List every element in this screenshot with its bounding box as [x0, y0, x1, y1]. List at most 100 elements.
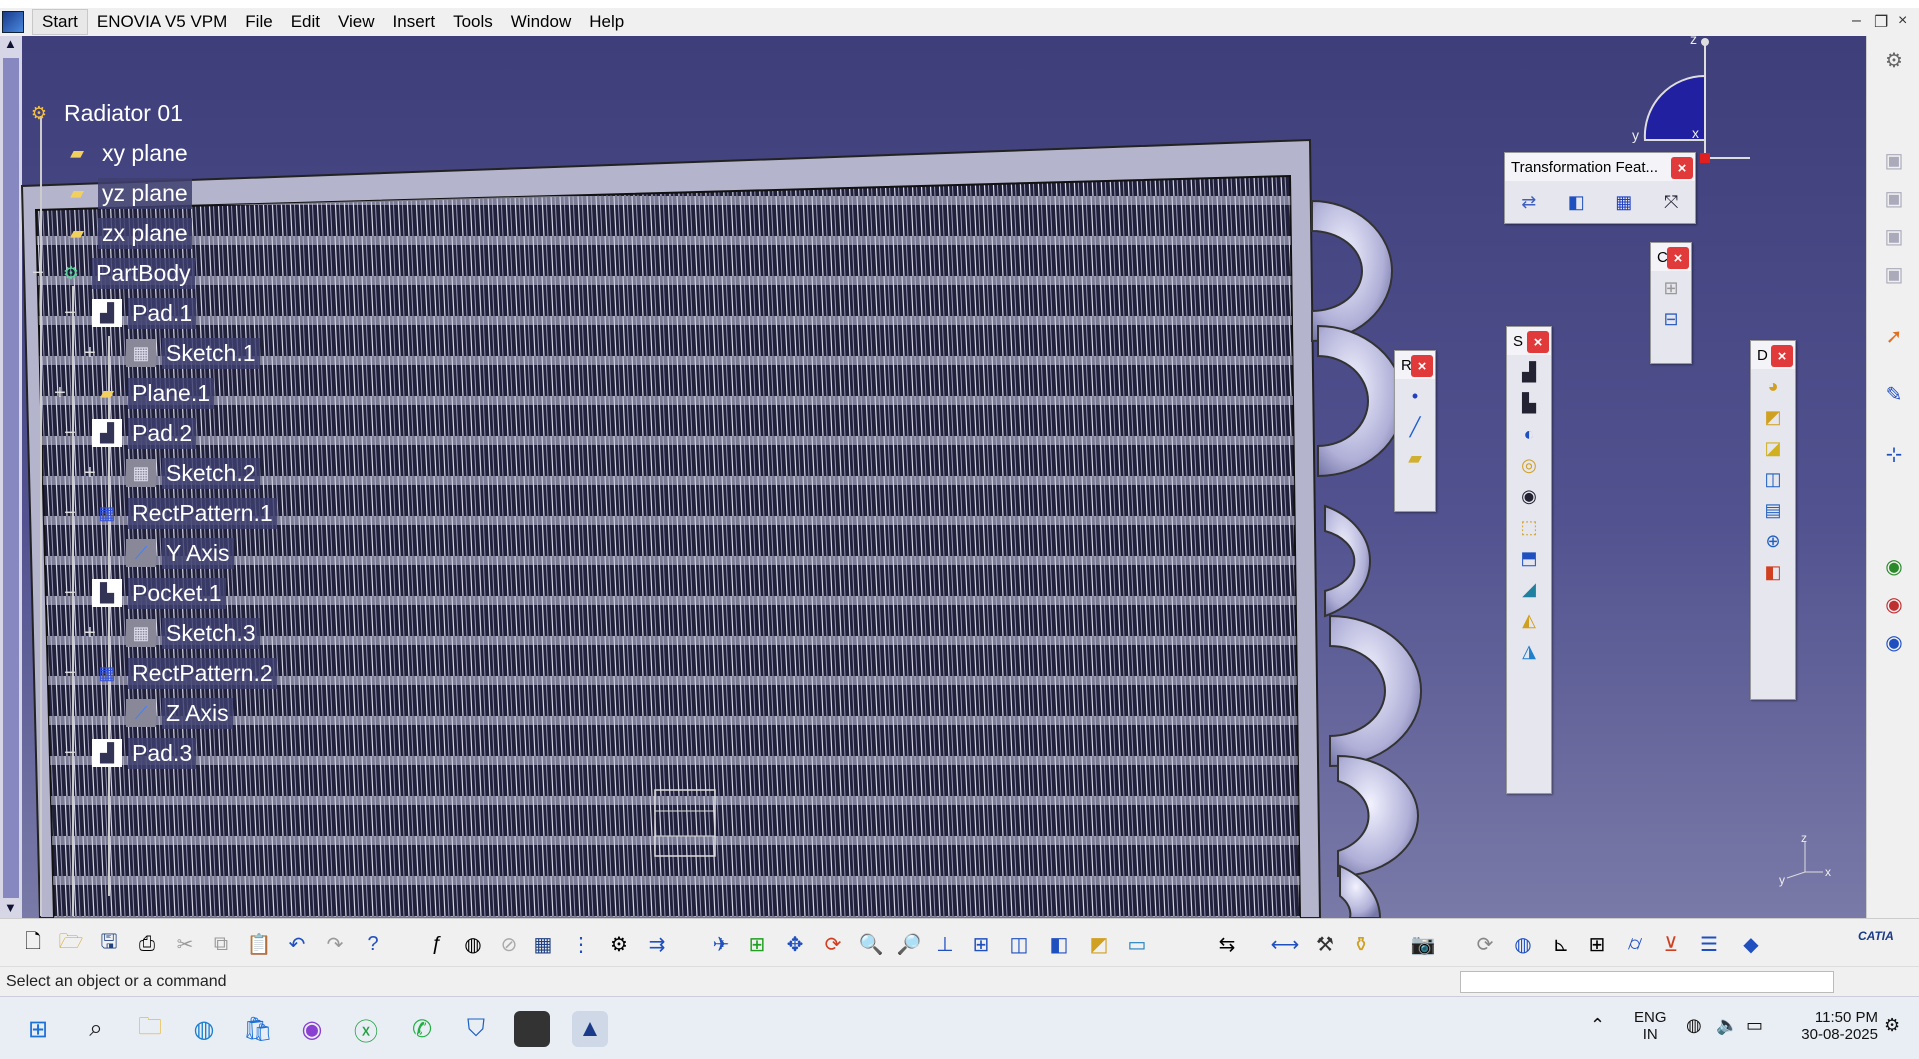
- battery-icon[interactable]: ▭: [1746, 1015, 1763, 1036]
- language-indicator[interactable]: ENG IN: [1634, 1009, 1667, 1043]
- rect-pattern-icon[interactable]: ▦: [1610, 188, 1638, 216]
- pocket-icon[interactable]: ▙: [1515, 389, 1543, 417]
- copy-icon[interactable]: ⧉: [206, 929, 236, 959]
- whats-this-icon[interactable]: ?: [358, 929, 388, 959]
- cut-icon[interactable]: ✂: [170, 929, 200, 959]
- generative-icon[interactable]: ⚙: [604, 929, 634, 959]
- measure-item-icon[interactable]: ⚒: [1310, 929, 1340, 959]
- tree-node-pad-2[interactable]: ▟ Pad.2: [92, 416, 197, 450]
- paste-icon[interactable]: 📋: [244, 929, 274, 959]
- whatsapp-icon[interactable]: ✆: [404, 1011, 440, 1047]
- measure-inertia-icon[interactable]: ⚱: [1346, 929, 1376, 959]
- expand-icon[interactable]: +: [82, 623, 98, 643]
- scaling-icon[interactable]: ⤧: [1657, 188, 1685, 216]
- sketcher-icon[interactable]: ✎: [1879, 380, 1909, 408]
- collapse-icon[interactable]: −: [62, 663, 78, 683]
- swap-visible-space-icon[interactable]: ▭: [1122, 929, 1152, 959]
- globe-icon[interactable]: ◍: [1508, 929, 1538, 959]
- sketch-based-features-toolbar[interactable]: S × ▟ ▙ ◐ ◎ ◉ ⬚ ⬒ ◢ ◭ ◮: [1506, 326, 1552, 794]
- notification-icon[interactable]: ⚙: [1884, 1015, 1900, 1036]
- menu-insert[interactable]: Insert: [384, 10, 445, 34]
- tray-overflow-icon[interactable]: ⌃: [1590, 1015, 1605, 1036]
- close-toolbar-button[interactable]: ×: [1411, 355, 1433, 377]
- tree-node-rectpattern-1[interactable]: ▦ RectPattern.1: [92, 496, 277, 530]
- select-arrow-icon[interactable]: ➚: [1879, 322, 1909, 350]
- normal-view-icon[interactable]: ⊥: [930, 929, 960, 959]
- menu-help[interactable]: Help: [580, 10, 633, 34]
- measure-icon[interactable]: ◉: [1879, 552, 1909, 580]
- close-toolbar-button[interactable]: ×: [1527, 331, 1549, 353]
- xbox-icon[interactable]: ⓧ: [348, 1011, 384, 1047]
- volume-icon[interactable]: 🔈: [1716, 1015, 1738, 1036]
- rib-icon[interactable]: ⬚: [1515, 513, 1543, 541]
- plane-sheet-icon[interactable]: ◆: [1736, 929, 1766, 959]
- terminal-icon[interactable]: [514, 1011, 550, 1047]
- switch-icon[interactable]: ⇆: [1212, 929, 1242, 959]
- catia-logo-icon[interactable]: [2, 11, 24, 33]
- shaft-icon[interactable]: ◐: [1515, 420, 1543, 448]
- tool-icon[interactable]: ▣: [1879, 146, 1909, 174]
- menu-edit[interactable]: Edit: [282, 10, 329, 34]
- pan-icon[interactable]: ✥: [780, 929, 810, 959]
- tree-node-pocket-1[interactable]: ▙ Pocket.1: [92, 576, 226, 610]
- point-icon[interactable]: •: [1401, 382, 1429, 410]
- thread-icon[interactable]: ⊕: [1759, 527, 1787, 555]
- translation-icon[interactable]: ⇄: [1515, 188, 1543, 216]
- constraint-defined-icon[interactable]: ⊟: [1657, 305, 1685, 333]
- collapse-icon[interactable]: −: [30, 263, 46, 283]
- tree-node-plane-1[interactable]: ▰ Plane.1: [92, 376, 215, 410]
- thickness-icon[interactable]: ▤: [1759, 496, 1787, 524]
- list-icon[interactable]: ☰: [1694, 929, 1724, 959]
- redo-icon[interactable]: ↷: [320, 929, 350, 959]
- undo-icon[interactable]: ↶: [282, 929, 312, 959]
- hole-icon[interactable]: ◉: [1515, 482, 1543, 510]
- tree-node-zx-plane[interactable]: ▰ zx plane: [62, 216, 192, 250]
- tree-node-sketch-2[interactable]: ▦ Sketch.2: [126, 456, 260, 490]
- tree-node-sketch-1[interactable]: ▦ Sketch.1: [126, 336, 260, 370]
- restore-button[interactable]: ❐: [1874, 12, 1888, 32]
- draft-icon[interactable]: ◪: [1759, 434, 1787, 462]
- measure-between-icon[interactable]: ⟷: [1270, 929, 1300, 959]
- table-icon[interactable]: ▦: [528, 929, 558, 959]
- collapse-icon[interactable]: −: [62, 503, 78, 523]
- menu-start[interactable]: Start: [32, 9, 88, 35]
- groove-icon[interactable]: ◎: [1515, 451, 1543, 479]
- tool-icon[interactable]: ▣: [1879, 222, 1909, 250]
- tree-node-pad-1[interactable]: ▟ Pad.1: [92, 296, 197, 330]
- collapse-icon[interactable]: −: [62, 583, 78, 603]
- axis-system-icon[interactable]: ⊹: [1879, 440, 1909, 468]
- reference-elements-toolbar[interactable]: R × • ╱ ▰: [1394, 350, 1436, 512]
- menu-enovia[interactable]: ENOVIA V5 VPM: [88, 10, 236, 34]
- menu-window[interactable]: Window: [502, 10, 580, 34]
- close-window-button[interactable]: ×: [1898, 12, 1907, 30]
- axis-icon[interactable]: ⊾: [1546, 929, 1576, 959]
- photos-icon[interactable]: ◉: [294, 1011, 330, 1047]
- c-toolbar[interactable]: C × ⊞ ⊟: [1650, 242, 1692, 364]
- search-icon[interactable]: ⌕: [78, 1011, 114, 1047]
- tree-node-xy-plane[interactable]: ▰ xy plane: [62, 136, 192, 170]
- loft-icon[interactable]: ◭: [1515, 606, 1543, 634]
- constraints-icon[interactable]: ⊻: [1656, 929, 1686, 959]
- tree-root[interactable]: ⚙ Radiator 01: [24, 96, 187, 130]
- dress-up-features-toolbar[interactable]: D × ◕ ◩ ◪ ◫ ▤ ⊕ ◧: [1750, 340, 1796, 700]
- zoom-out-icon[interactable]: 🔎: [894, 929, 924, 959]
- network-icon[interactable]: ◍: [1686, 1015, 1702, 1036]
- zoom-in-icon[interactable]: 🔍: [856, 929, 886, 959]
- print-icon[interactable]: ⎙: [132, 929, 162, 959]
- transformation-features-toolbar[interactable]: Transformation Feat... × ⇄ ◧ ▦ ⤧: [1504, 152, 1696, 224]
- workbench-icon[interactable]: ⚙: [1879, 46, 1909, 74]
- shell-icon[interactable]: ◫: [1759, 465, 1787, 493]
- chamfer-icon[interactable]: ◩: [1759, 403, 1787, 431]
- constraint-icon[interactable]: ⊞: [1657, 274, 1685, 302]
- tree-node-yz-plane[interactable]: ▰ yz plane: [62, 176, 192, 210]
- tool-icon[interactable]: ▣: [1879, 260, 1909, 288]
- file-explorer-icon[interactable]: 🗀: [132, 1011, 168, 1047]
- open-icon[interactable]: 🗁: [56, 929, 86, 959]
- tool-icon[interactable]: ▣: [1879, 184, 1909, 212]
- slot-icon[interactable]: ⬒: [1515, 544, 1543, 572]
- multi-view-icon[interactable]: ⊞: [966, 929, 996, 959]
- formula-icon[interactable]: ƒ: [422, 929, 452, 959]
- line-icon[interactable]: ╱: [1401, 413, 1429, 441]
- clock[interactable]: 11:50 PM 30-08-2025: [1784, 1009, 1878, 1043]
- coordinates-icon[interactable]: ⊞: [1582, 929, 1612, 959]
